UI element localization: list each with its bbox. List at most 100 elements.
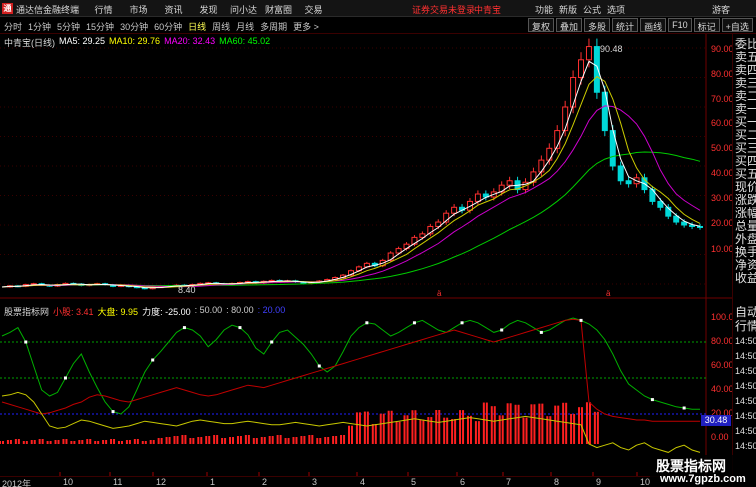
date-label: 9 <box>596 477 602 487</box>
menu-markets[interactable]: 市场 <box>121 3 156 16</box>
menu-options[interactable]: 选项 <box>604 3 628 16</box>
menu-wealth[interactable]: 财富圈 <box>261 3 296 16</box>
indicator-bar <box>593 411 596 444</box>
indicator-bar <box>411 410 414 444</box>
indicator-bar <box>25 441 28 444</box>
draw-line-button[interactable]: 画线 <box>640 18 667 32</box>
side-label[interactable]: 现价 <box>735 181 756 194</box>
indicator-level-80: : 80.00 <box>226 305 254 315</box>
indicator-level-20: : 20.00 <box>257 305 286 315</box>
indicator-bar <box>358 412 361 444</box>
trade-time: 14:50 <box>735 441 756 451</box>
kline-chart[interactable]: ä ä <box>0 34 732 476</box>
menu-formula[interactable]: 公式 <box>580 3 604 16</box>
mark-button[interactable]: 标记 <box>693 18 720 32</box>
indicator-bar <box>390 410 393 444</box>
indicator-bar <box>65 439 68 444</box>
indicator-bar <box>557 405 560 444</box>
side-label[interactable]: 卖三 <box>735 77 756 90</box>
side-label[interactable]: 换手 <box>735 246 756 259</box>
side-label[interactable]: 外盘 <box>735 233 756 246</box>
tab-5min[interactable]: 5分钟 <box>57 20 80 33</box>
side-label[interactable]: 买一 <box>735 116 756 129</box>
menu-discover[interactable]: 发现 <box>191 3 226 16</box>
menu-assistant[interactable]: 问小达 <box>226 3 261 16</box>
restore-rights-button[interactable]: 复权 <box>528 18 555 32</box>
tab-multi-period[interactable]: 多周期 <box>260 20 287 33</box>
menu-trade[interactable]: 交易 <box>296 3 331 16</box>
tab-60min[interactable]: 60分钟 <box>154 20 182 33</box>
side-label[interactable]: 卖一 <box>735 103 756 116</box>
watermark-url: www.7gpzb.com <box>660 473 746 485</box>
indicator-bar <box>6 440 9 444</box>
side-label[interactable]: 买五 <box>735 168 756 181</box>
side-label[interactable]: 涨跌 <box>735 194 756 207</box>
tab-1min[interactable]: 1分钟 <box>28 20 51 33</box>
menu-market[interactable]: 行情 <box>86 3 121 16</box>
indicator-bar <box>181 435 184 444</box>
side-label[interactable]: 买三 <box>735 142 756 155</box>
indicator-bar <box>403 415 406 444</box>
ma60-legend: MA60: 45.02 <box>219 36 271 46</box>
quote-label[interactable]: 行情 <box>735 320 756 333</box>
indicator-small: 小股: 3.41 <box>53 307 94 317</box>
side-label[interactable]: 涨幅 <box>735 207 756 220</box>
indicator-bar <box>86 439 89 444</box>
indicator-bar <box>287 438 290 444</box>
side-label[interactable]: 卖四 <box>735 64 756 77</box>
add-favorite-button[interactable]: +自选 <box>721 18 753 32</box>
statistics-button[interactable]: 统计 <box>612 18 639 32</box>
date-label: 7 <box>506 477 512 487</box>
current-stock: 中青宝 <box>474 5 502 15</box>
price-tick: 10.00 <box>711 244 734 254</box>
candle-body <box>570 77 577 108</box>
login-notice[interactable]: 证券交易未登录 <box>412 3 475 16</box>
side-label[interactable]: 买二 <box>735 129 756 142</box>
date-label: 4 <box>360 477 366 487</box>
side-label[interactable]: 委比 <box>735 38 756 51</box>
candle-body <box>585 46 592 61</box>
overlay-button[interactable]: 叠加 <box>556 18 583 32</box>
auto-label[interactable]: 自动 <box>735 306 756 319</box>
side-label[interactable]: 卖五 <box>735 51 756 64</box>
indicator-bar <box>355 412 358 444</box>
tab-daily[interactable]: 日线 <box>188 20 206 33</box>
event-marker: ä <box>606 289 611 298</box>
side-label[interactable]: 总量 <box>735 220 756 233</box>
side-label[interactable]: 净资 <box>735 259 756 272</box>
trade-time: 14:50 <box>735 426 756 436</box>
indicator-bar <box>189 438 192 444</box>
menu-new-version[interactable]: 新版 <box>556 3 580 16</box>
indicator-bar <box>363 411 366 444</box>
indicator-bar <box>419 419 422 444</box>
tab-monthly[interactable]: 月线 <box>236 20 254 33</box>
menu-function[interactable]: 功能 <box>532 3 556 16</box>
indicator-bar <box>268 436 271 444</box>
side-label[interactable]: 收益 <box>735 272 756 285</box>
indicator-bar <box>533 404 536 444</box>
indicator-bar <box>22 441 25 444</box>
tab-30min[interactable]: 30分钟 <box>120 20 148 33</box>
indicator-bar <box>517 404 520 444</box>
candle-body <box>697 225 703 228</box>
side-label[interactable]: 卖二 <box>735 90 756 103</box>
f10-button[interactable]: F10 <box>668 18 692 32</box>
indicator-bar <box>81 440 84 444</box>
indicator-bar <box>485 402 488 444</box>
multi-stock-button[interactable]: 多股 <box>584 18 611 32</box>
tab-weekly[interactable]: 周线 <box>212 20 230 33</box>
tab-timeshare[interactable]: 分时 <box>4 20 22 33</box>
side-label[interactable]: 买四 <box>735 155 756 168</box>
menu-news[interactable]: 资讯 <box>156 3 191 16</box>
indicator-bar <box>451 419 454 444</box>
indicator-bar <box>382 413 385 444</box>
tab-more[interactable]: 更多 > <box>293 20 319 33</box>
indicator-bar <box>133 439 136 444</box>
indicator-bar <box>208 436 211 444</box>
indicator-bar <box>343 435 346 444</box>
tab-15min[interactable]: 15分钟 <box>86 20 114 33</box>
guest-label[interactable]: 游客 <box>712 3 730 16</box>
indicator-bar <box>319 438 322 444</box>
indicator-bar <box>414 410 417 444</box>
ma10-legend: MA10: 29.76 <box>109 36 161 46</box>
